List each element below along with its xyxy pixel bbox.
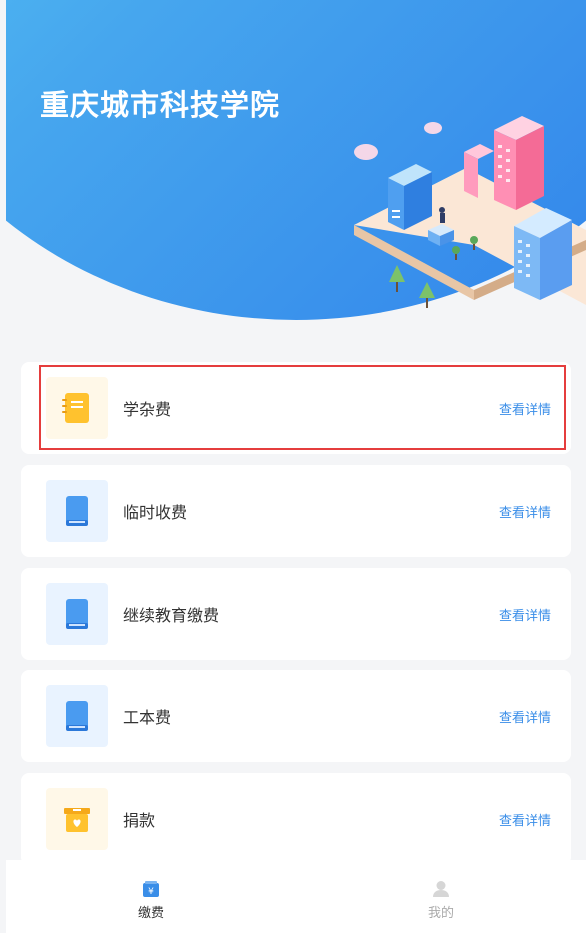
view-details-link[interactable]: 查看详情 bbox=[499, 707, 551, 726]
fee-item-material-cost[interactable]: 工本费 查看详情 bbox=[21, 670, 571, 762]
book-icon bbox=[46, 685, 108, 747]
book-icon bbox=[46, 480, 108, 542]
campus-illustration bbox=[354, 116, 586, 308]
header-banner: 重庆城市科技学院 bbox=[6, 0, 586, 330]
payment-icon: ¥ bbox=[143, 881, 159, 897]
tab-pay-label: 缴费 bbox=[137, 906, 164, 921]
tab-mine[interactable]: 我的 bbox=[296, 860, 586, 933]
fee-item-temporary[interactable]: 临时收费 查看详情 bbox=[21, 465, 571, 557]
user-icon bbox=[433, 881, 449, 897]
svg-text:¥: ¥ bbox=[148, 887, 154, 897]
fee-item-label: 学杂费 bbox=[123, 400, 172, 419]
fee-item-label: 临时收费 bbox=[123, 503, 188, 522]
fee-item-continuing-education[interactable]: 继续教育缴费 查看详情 bbox=[21, 568, 571, 660]
fee-item-label: 捐款 bbox=[123, 811, 156, 830]
fee-item-label: 工本费 bbox=[123, 708, 172, 727]
bottom-tab-bar: ¥ 缴费 我的 bbox=[6, 860, 586, 933]
view-details-link[interactable]: 查看详情 bbox=[499, 605, 551, 624]
fee-item-label: 继续教育缴费 bbox=[123, 606, 220, 625]
fee-item-tuition[interactable]: 学杂费 查看详情 bbox=[21, 362, 571, 454]
tab-mine-label: 我的 bbox=[427, 906, 454, 921]
view-details-link[interactable]: 查看详情 bbox=[499, 399, 551, 418]
notebook-icon bbox=[46, 377, 108, 439]
fee-item-donation[interactable]: 捐款 查看详情 bbox=[21, 773, 571, 865]
view-details-link[interactable]: 查看详情 bbox=[499, 810, 551, 829]
tab-pay[interactable]: ¥ 缴费 bbox=[6, 860, 296, 933]
donation-box-icon bbox=[46, 788, 108, 850]
book-icon bbox=[46, 583, 108, 645]
page-title: 重庆城市科技学院 bbox=[40, 88, 281, 122]
view-details-link[interactable]: 查看详情 bbox=[499, 502, 551, 521]
